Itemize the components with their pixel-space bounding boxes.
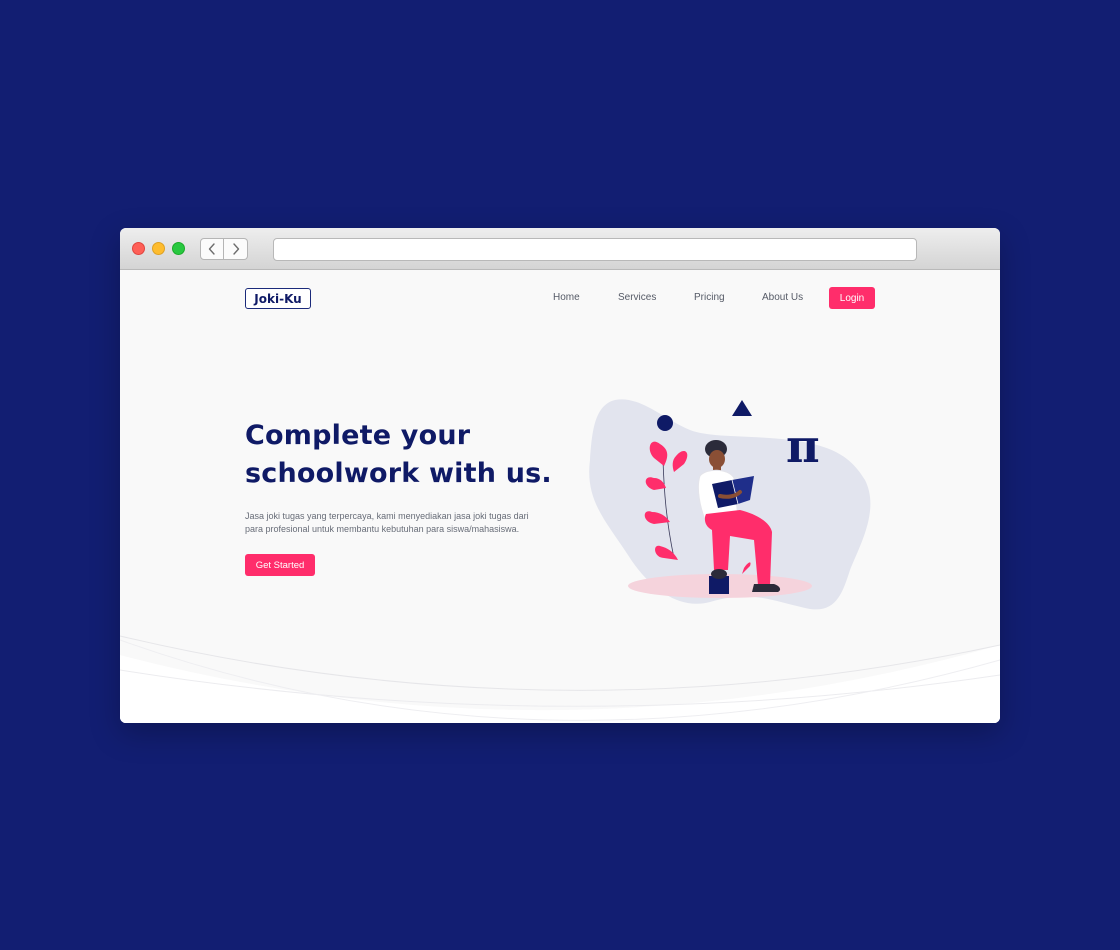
browser-back-button[interactable] <box>200 238 224 260</box>
minimize-window-button[interactable] <box>152 242 165 255</box>
nav-pricing-link[interactable]: Pricing <box>694 292 725 303</box>
page-viewport: Joki-Ku Home Services Pricing About Us L… <box>120 270 1000 723</box>
maximize-window-button[interactable] <box>172 242 185 255</box>
nav-about-link[interactable]: About Us <box>762 292 803 303</box>
triangle-shape <box>732 400 752 416</box>
nav-services-link[interactable]: Services <box>618 292 656 303</box>
circle-shape <box>657 415 673 431</box>
browser-titlebar <box>120 228 1000 270</box>
get-started-button[interactable]: Get Started <box>245 554 315 576</box>
browser-window: Joki-Ku Home Services Pricing About Us L… <box>120 228 1000 723</box>
hero-description: Jasa joki tugas yang terpercaya, kami me… <box>245 511 529 534</box>
chevron-left-icon <box>208 243 215 255</box>
address-bar[interactable] <box>273 238 917 261</box>
login-button[interactable]: Login <box>829 287 875 309</box>
brand-logo[interactable]: Joki-Ku <box>245 288 311 309</box>
hero-title: Complete your schoolwork with us. <box>245 420 552 489</box>
chevron-right-icon <box>232 243 239 255</box>
pi-symbol-icon: π <box>786 419 820 473</box>
hero-illustration: π <box>589 399 871 610</box>
nav-home-link[interactable]: Home <box>553 292 580 303</box>
browser-forward-button[interactable] <box>224 238 248 260</box>
close-window-button[interactable] <box>132 242 145 255</box>
